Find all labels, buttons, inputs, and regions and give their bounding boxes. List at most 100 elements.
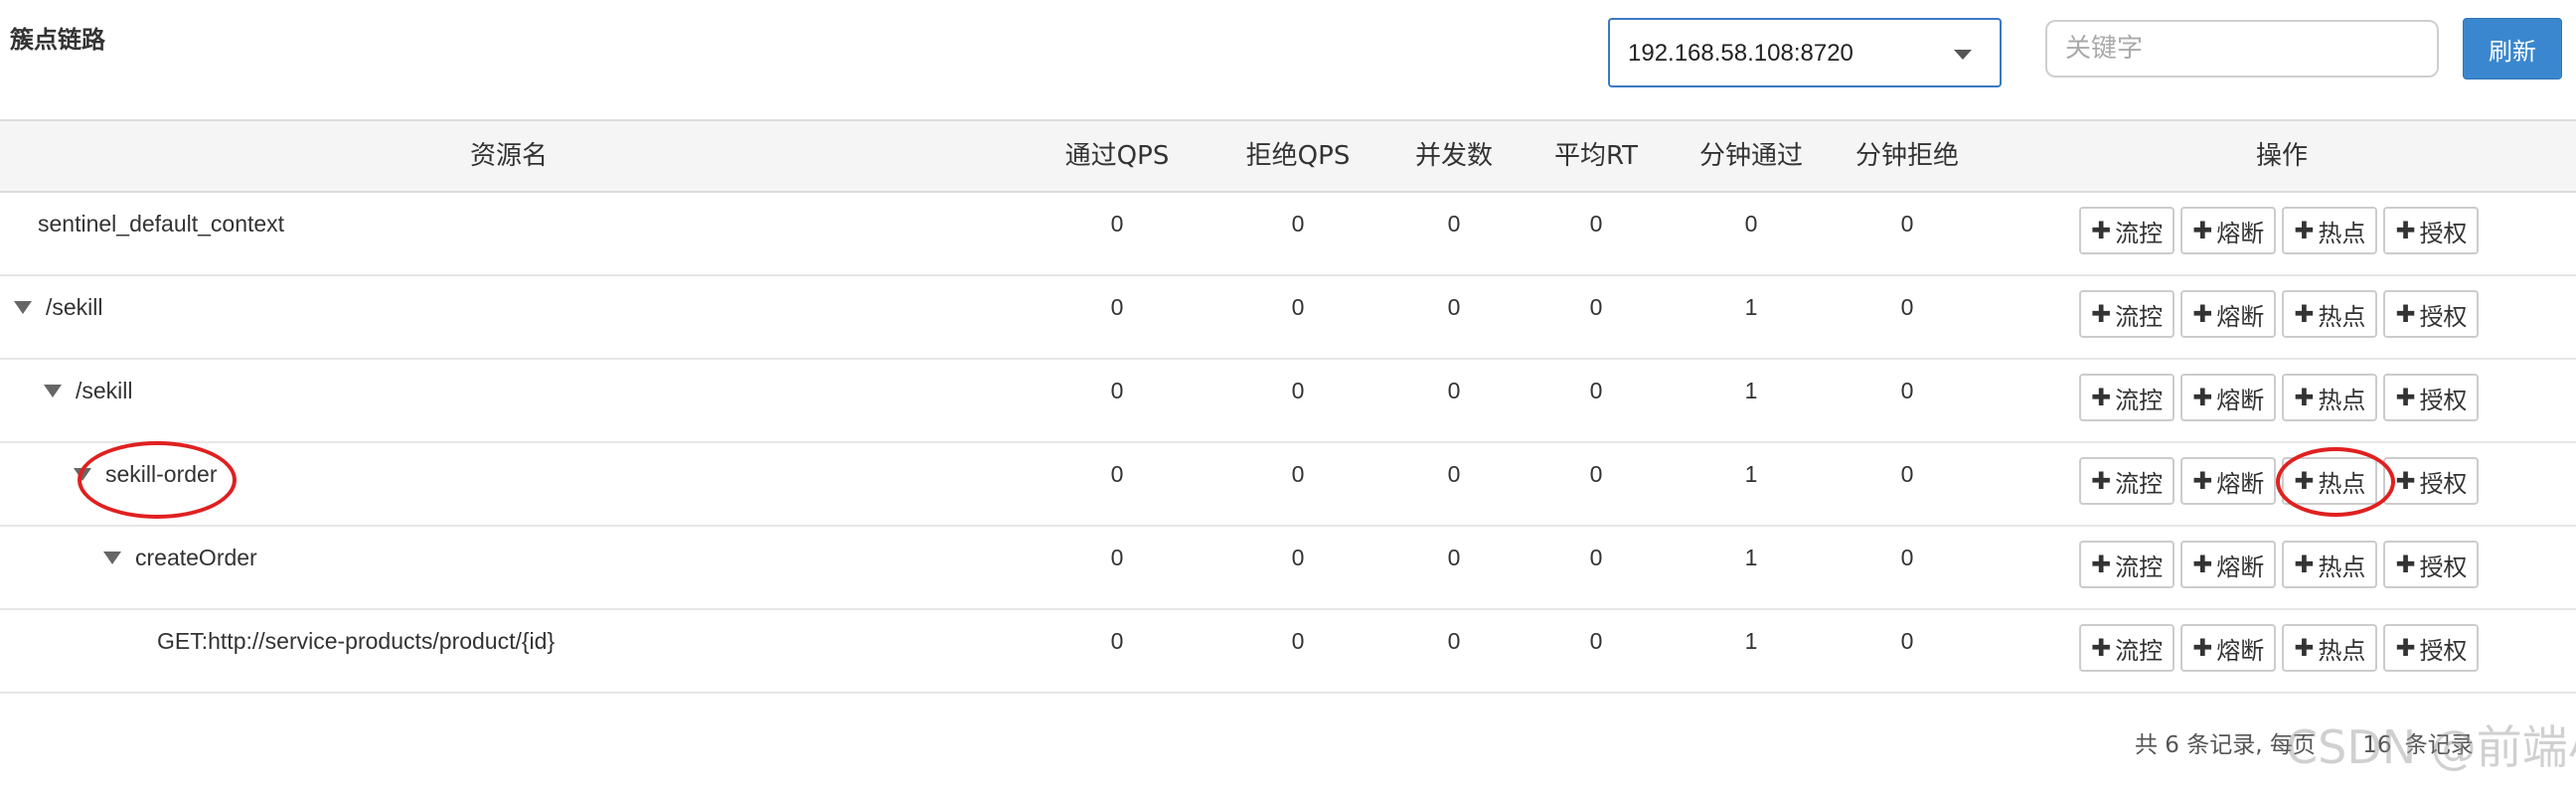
flow-rule-button[interactable]: ✚ 流控: [2079, 207, 2175, 254]
expand-triangle-icon[interactable]: [74, 468, 91, 481]
refresh-button[interactable]: 刷新: [2463, 18, 2562, 79]
cell-block-qps: 0: [1291, 628, 1305, 654]
auth-rule-button[interactable]: ✚ 授权: [2383, 207, 2480, 254]
resource-name-cell: /sekill: [14, 294, 103, 321]
plus-icon: ✚: [2294, 467, 2315, 495]
degrade-rule-button[interactable]: ✚ 熔断: [2180, 541, 2277, 588]
action-label: 授权: [2419, 552, 2468, 581]
auth-rule-button[interactable]: ✚ 授权: [2383, 624, 2480, 672]
degrade-rule-button[interactable]: ✚ 熔断: [2180, 624, 2277, 672]
header-concurrency: 并发数: [1414, 141, 1494, 171]
resource-name-cell: sekill-order: [74, 461, 217, 488]
cell-avg-rt: 0: [1589, 461, 1603, 487]
machine-select[interactable]: 192.168.58.108:8720: [1608, 18, 2002, 87]
header-operations: 操作: [2255, 141, 2309, 171]
auth-rule-button[interactable]: ✚ 授权: [2383, 457, 2480, 505]
resource-name-cell: sentinel_default_context: [38, 211, 284, 237]
plus-icon: ✚: [2091, 551, 2112, 578]
header-minute-pass: 分钟通过: [1698, 141, 1804, 171]
hot-param-button[interactable]: ✚ 热点: [2282, 207, 2378, 254]
cell-avg-rt: 0: [1589, 628, 1603, 654]
cell-pass-qps: 0: [1110, 294, 1124, 320]
action-label: 授权: [2419, 469, 2468, 498]
hot-param-button[interactable]: ✚ 热点: [2282, 290, 2378, 338]
table-row: sekill-order 0 0 0 0 1 0 ✚ 流控 ✚ 熔断 ✚ 热点 ✚ 授权: [0, 443, 2576, 527]
table-body: sentinel_default_context 0 0 0 0 0 0 ✚ 流控 ✚ 熔断 ✚ 热点 ✚…: [0, 193, 2576, 694]
flow-rule-button[interactable]: ✚ 流控: [2079, 541, 2175, 588]
resource-name: createOrder: [135, 545, 257, 570]
action-label: 热点: [2318, 302, 2366, 331]
degrade-rule-button[interactable]: ✚ 熔断: [2180, 207, 2277, 254]
resource-name-cell: /sekill: [44, 378, 133, 404]
flow-rule-button[interactable]: ✚ 流控: [2079, 290, 2175, 338]
action-label: 熔断: [2216, 469, 2265, 498]
action-label: 熔断: [2216, 386, 2265, 414]
action-label: 熔断: [2216, 302, 2265, 331]
cell-concurrency: 0: [1447, 628, 1461, 654]
resource-name-cell: GET:http://service-products/product/{id}: [157, 628, 555, 655]
cell-block-qps: 0: [1291, 461, 1305, 487]
cell-avg-rt: 0: [1589, 211, 1603, 237]
auth-rule-button[interactable]: ✚ 授权: [2383, 541, 2480, 588]
action-label: 授权: [2419, 219, 2468, 247]
action-label: 熔断: [2216, 219, 2265, 247]
row-actions: ✚ 流控 ✚ 熔断 ✚ 热点 ✚ 授权: [2079, 457, 2480, 505]
action-label: 授权: [2419, 636, 2468, 665]
row-actions: ✚ 流控 ✚ 熔断 ✚ 热点 ✚ 授权: [2079, 374, 2480, 421]
action-label: 热点: [2318, 386, 2366, 414]
degrade-rule-button[interactable]: ✚ 熔断: [2180, 457, 2277, 505]
plus-icon: ✚: [2091, 467, 2112, 495]
plus-icon: ✚: [2192, 384, 2213, 411]
table-row: createOrder 0 0 0 0 1 0 ✚ 流控 ✚ 熔断 ✚ 热点 ✚ 授权: [0, 527, 2576, 610]
plus-icon: ✚: [2091, 217, 2112, 244]
action-label: 熔断: [2216, 552, 2265, 581]
watermark: CSDN @前端小马: [2286, 720, 2576, 774]
auth-rule-button[interactable]: ✚ 授权: [2383, 374, 2480, 421]
hot-param-button[interactable]: ✚ 热点: [2282, 541, 2378, 588]
table-row: /sekill 0 0 0 0 1 0 ✚ 流控 ✚ 熔断 ✚ 热点 ✚ 授权: [0, 360, 2576, 443]
cell-pass-qps: 0: [1110, 545, 1124, 570]
cell-avg-rt: 0: [1589, 294, 1603, 320]
hot-param-button[interactable]: ✚ 热点: [2282, 457, 2378, 505]
plus-icon: ✚: [2091, 384, 2112, 411]
cell-minute-pass: 1: [1744, 378, 1758, 403]
cell-pass-qps: 0: [1110, 211, 1124, 237]
expand-triangle-icon[interactable]: [103, 552, 121, 564]
plus-icon: ✚: [2294, 217, 2315, 244]
machine-select-value: 192.168.58.108:8720: [1628, 40, 1853, 67]
row-actions: ✚ 流控 ✚ 熔断 ✚ 热点 ✚ 授权: [2079, 624, 2480, 672]
auth-rule-button[interactable]: ✚ 授权: [2383, 290, 2480, 338]
plus-icon: ✚: [2294, 551, 2315, 578]
action-label: 流控: [2115, 636, 2164, 665]
degrade-rule-button[interactable]: ✚ 熔断: [2180, 290, 2277, 338]
hot-param-button[interactable]: ✚ 热点: [2282, 374, 2378, 421]
flow-rule-button[interactable]: ✚ 流控: [2079, 457, 2175, 505]
hot-param-button[interactable]: ✚ 热点: [2282, 624, 2378, 672]
expand-triangle-icon[interactable]: [14, 301, 32, 314]
cell-minute-pass: 1: [1744, 628, 1758, 654]
plus-icon: ✚: [2091, 300, 2112, 328]
degrade-rule-button[interactable]: ✚ 熔断: [2180, 374, 2277, 421]
plus-icon: ✚: [2395, 384, 2416, 411]
action-label: 授权: [2419, 386, 2468, 414]
action-label: 热点: [2318, 552, 2366, 581]
cell-pass-qps: 0: [1110, 461, 1124, 487]
action-label: 流控: [2115, 552, 2164, 581]
row-actions: ✚ 流控 ✚ 熔断 ✚ 热点 ✚ 授权: [2079, 290, 2480, 338]
header-minute-block: 分钟拒绝: [1854, 141, 1960, 171]
plus-icon: ✚: [2192, 217, 2213, 244]
table-row: sentinel_default_context 0 0 0 0 0 0 ✚ 流控 ✚ 熔断 ✚ 热点 ✚…: [0, 193, 2576, 276]
cell-minute-block: 0: [1900, 628, 1914, 654]
flow-rule-button[interactable]: ✚ 流控: [2079, 624, 2175, 672]
cell-block-qps: 0: [1291, 378, 1305, 403]
action-label: 熔断: [2216, 636, 2265, 665]
keyword-search-input[interactable]: [2045, 20, 2439, 78]
cell-block-qps: 0: [1291, 545, 1305, 570]
header-resource-name: 资源名: [469, 141, 549, 171]
flow-rule-button[interactable]: ✚ 流控: [2079, 374, 2175, 421]
action-label: 热点: [2318, 636, 2366, 665]
expand-triangle-icon[interactable]: [44, 385, 62, 397]
cell-minute-block: 0: [1900, 545, 1914, 570]
cell-minute-block: 0: [1900, 378, 1914, 403]
plus-icon: ✚: [2395, 467, 2416, 495]
